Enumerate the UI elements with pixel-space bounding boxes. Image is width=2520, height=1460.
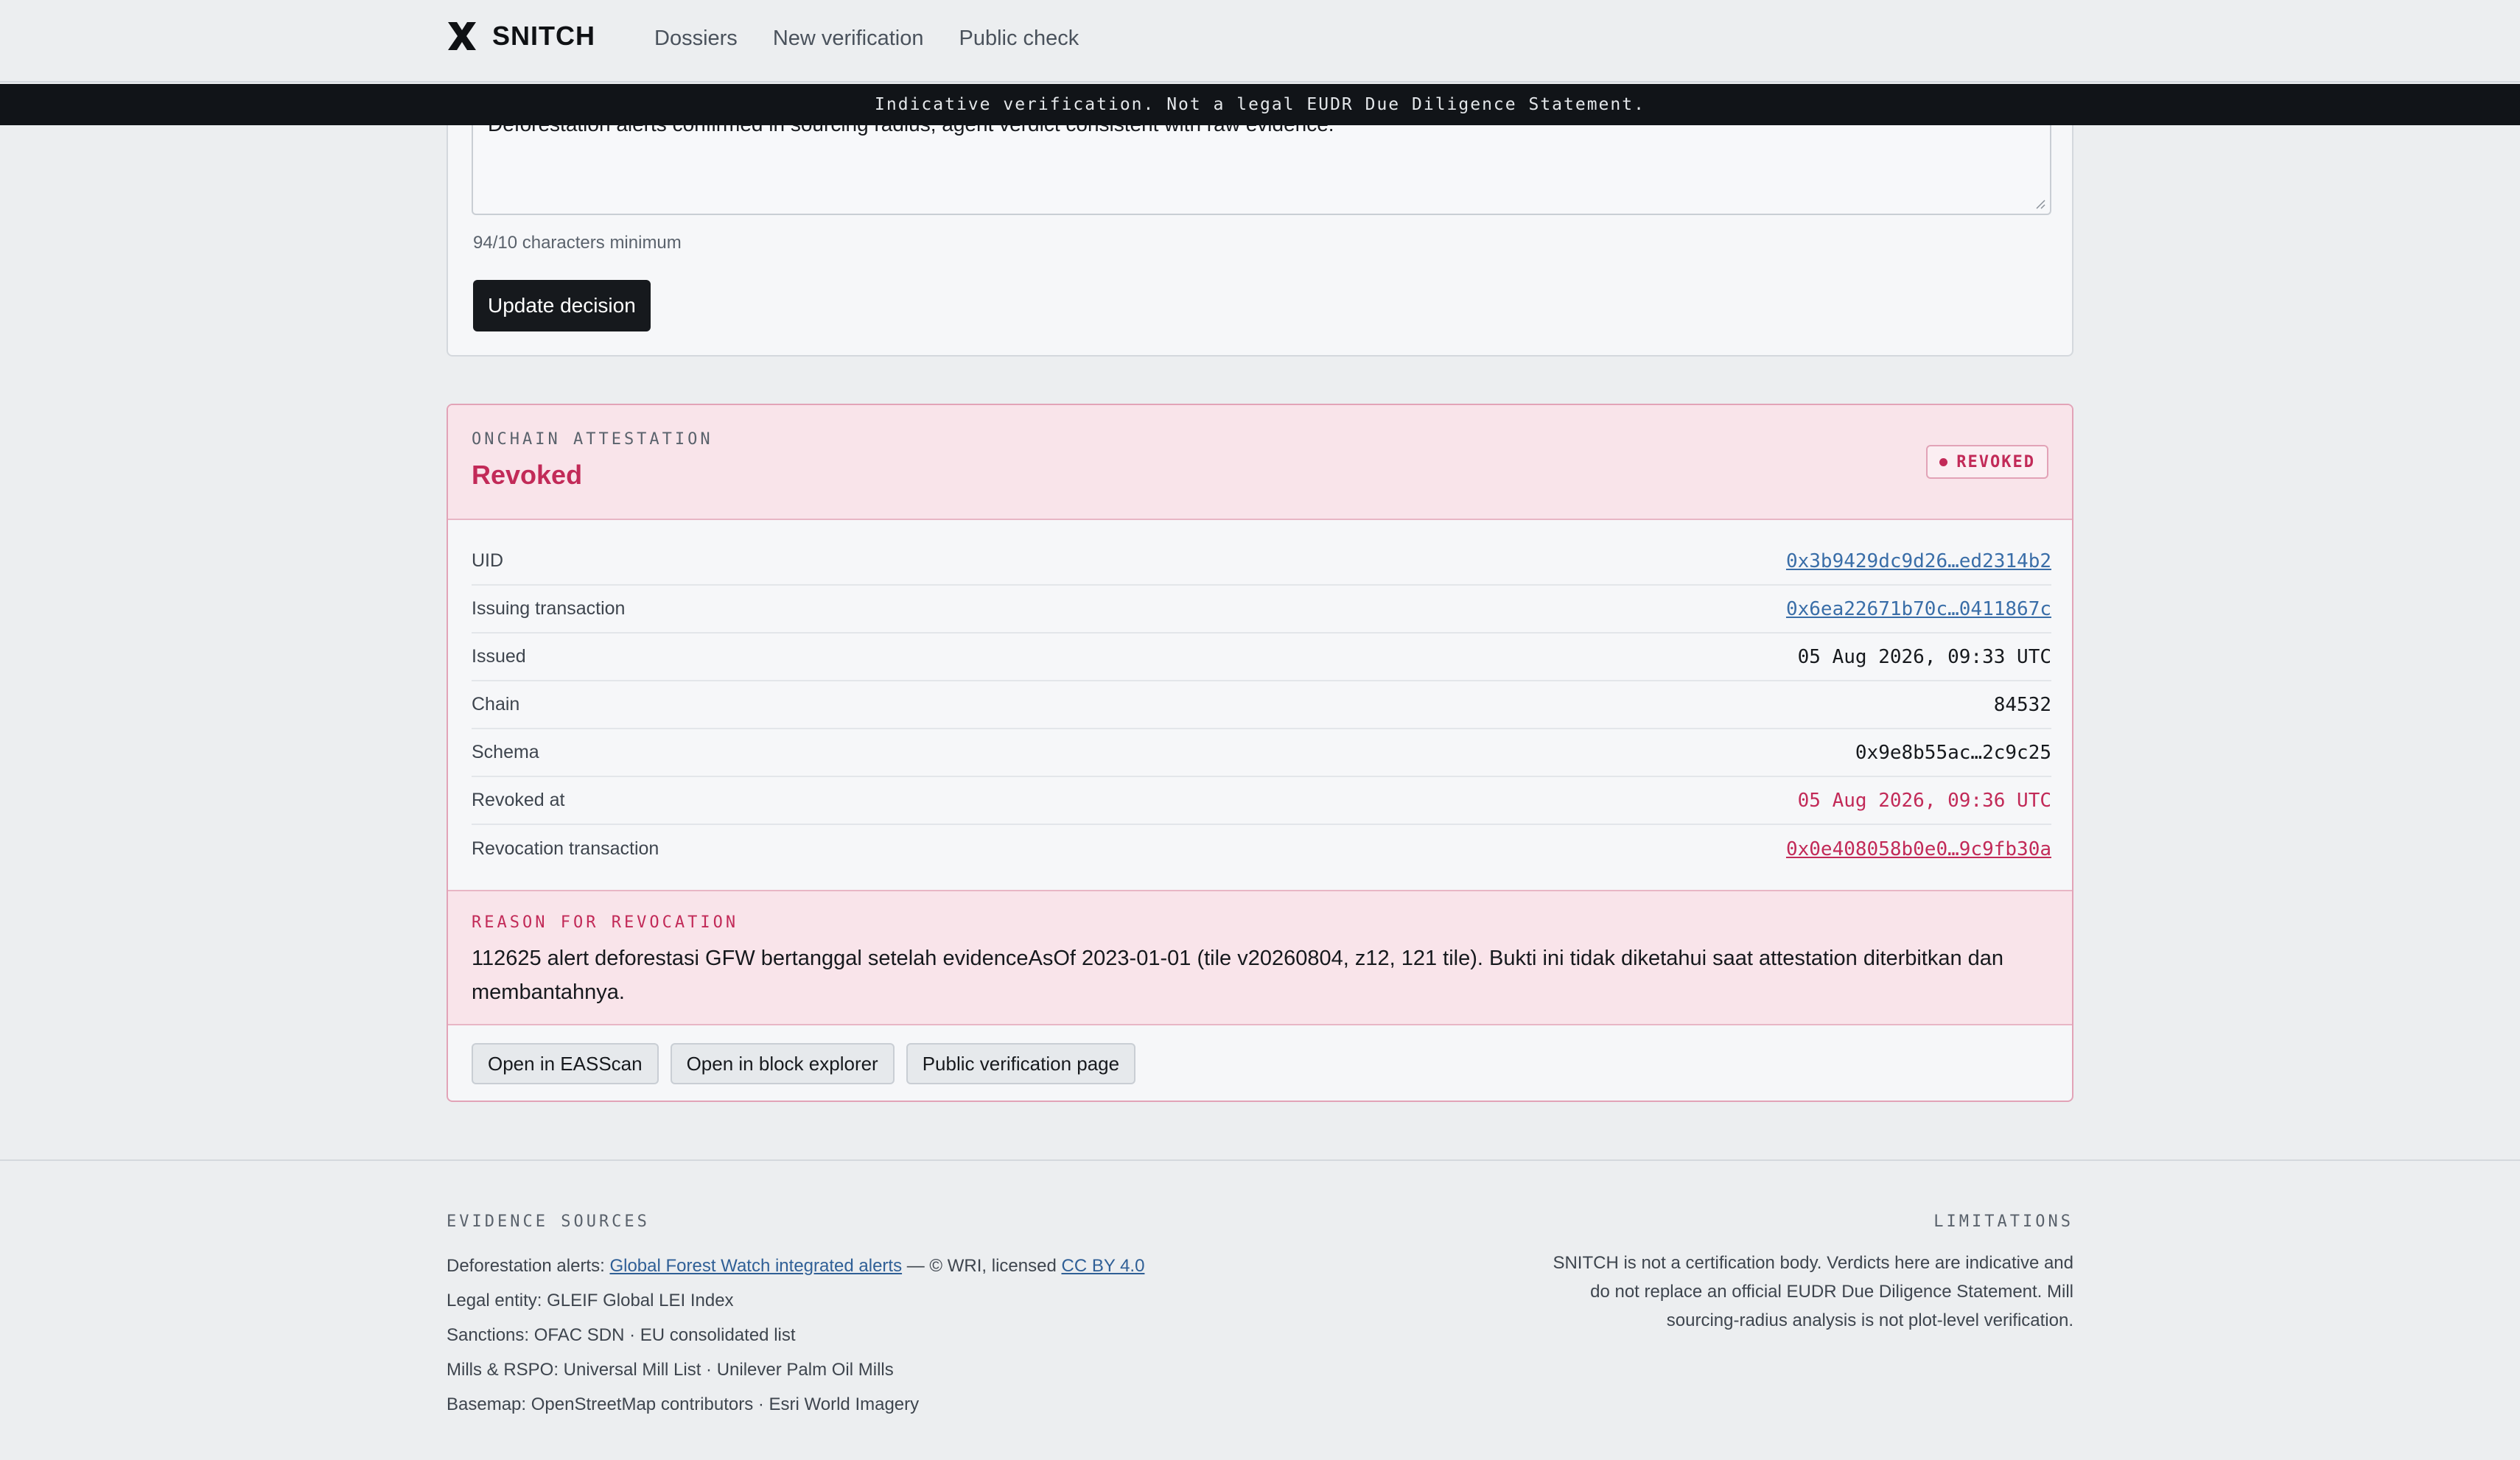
detail-row-uid: UID 0x3b9429dc9d26…ed2314b2 [472,538,2051,586]
character-count: 94/10 characters minimum [473,233,682,253]
detail-row-issued: Issued 05 Aug 2026, 09:33 UTC [472,634,2051,681]
attestation-eyebrow: ONCHAIN ATTESTATION [472,430,713,449]
nav-link-dossiers[interactable]: Dossiers [654,27,738,51]
attestation-header: ONCHAIN ATTESTATION Revoked REVOKED [448,405,2072,520]
schema-value: 0x9e8b55ac…2c9c25 [1855,741,2051,764]
update-decision-button[interactable]: Update decision [473,280,651,331]
decision-notes-value: Deforestation alerts confirmed in sourci… [488,125,2035,137]
page-footer: EVIDENCE SOURCES Deforestation alerts: G… [0,1159,2520,1460]
status-badge-label: REVOKED [1956,452,2035,471]
detail-row-revoked-at: Revoked at 05 Aug 2026, 09:36 UTC [472,777,2051,825]
source-deforestation: Deforestation alerts: Global Forest Watc… [447,1249,1144,1283]
uid-link[interactable]: 0x3b9429dc9d26…ed2314b2 [1786,550,2051,572]
deforestation-license-text: — © WRI, licensed [906,1256,1057,1276]
revoked-at-value: 05 Aug 2026, 09:36 UTC [1797,789,2051,812]
open-easscan-button[interactable]: Open in EASScan [472,1043,659,1084]
public-verification-page-button[interactable]: Public verification page [906,1043,1136,1084]
reason-text: 112625 alert deforestasi GFW bertanggal … [472,947,2004,1004]
detail-label: Revoked at [472,790,565,810]
issuing-transaction-link[interactable]: 0x6ea22671b70c…0411867c [1786,598,2051,620]
gfw-alerts-link[interactable]: Global Forest Watch integrated alerts [609,1256,902,1276]
detail-label: UID [472,550,504,571]
limitations-text: SNITCH is not a certification body. Verd… [1553,1253,2073,1330]
decision-card: Deforestation alerts confirmed in sourci… [447,125,2073,357]
revocation-transaction-link[interactable]: 0x0e408058b0e0…9c9fb30a [1786,838,2051,860]
chain-value: 84532 [1993,693,2051,716]
status-badge: REVOKED [1926,445,2048,479]
brand-logo[interactable]: SNITCH [447,21,595,52]
limitations: LIMITATIONS SNITCH is not a certificatio… [1543,1212,2073,1335]
attestation-details: UID 0x3b9429dc9d26…ed2314b2 Issuing tran… [472,538,2051,873]
nav-link-public-check[interactable]: Public check [959,27,1079,51]
top-navigation: SNITCH Dossiers New verification Public … [0,0,2520,83]
brand-name: SNITCH [492,21,595,51]
revocation-reason: REASON FOR REVOCATION 112625 alert defor… [448,890,2072,1025]
detail-label: Schema [472,742,539,762]
attestation-status-title: Revoked [472,460,583,490]
attestation-actions: Open in EASScan Open in block explorer P… [472,1043,1136,1084]
nav-link-new-verification[interactable]: New verification [773,27,924,51]
detail-row-chain: Chain 84532 [472,681,2051,729]
detail-row-schema: Schema 0x9e8b55ac…2c9c25 [472,729,2051,777]
source-basemap: Basemap: OpenStreetMap contributors · Es… [447,1394,920,1414]
resize-grip-icon[interactable] [2034,197,2045,209]
reason-eyebrow: REASON FOR REVOCATION [472,913,739,932]
cc-by-license-link[interactable]: CC BY 4.0 [1061,1256,1144,1276]
status-dot-icon [1939,457,1948,466]
disclaimer-banner: Indicative verification. Not a legal EUD… [0,84,2520,125]
source-sanctions: Sanctions: OFAC SDN · EU consolidated li… [447,1325,796,1345]
source-legal-entity: Legal entity: GLEIF Global LEI Index [447,1291,734,1310]
source-mills: Mills & RSPO: Universal Mill List · Unil… [447,1360,894,1380]
open-block-explorer-button[interactable]: Open in block explorer [670,1043,895,1084]
detail-label: Issued [472,646,526,667]
sources-eyebrow: EVIDENCE SOURCES [447,1212,650,1231]
attestation-card: ONCHAIN ATTESTATION Revoked REVOKED UID … [447,404,2073,1102]
detail-label: Chain [472,694,520,715]
limitations-eyebrow: LIMITATIONS [1933,1212,2073,1231]
detail-row-revocation-transaction: Revocation transaction 0x0e408058b0e0…9c… [472,825,2051,873]
detail-label: Revocation transaction [472,838,659,859]
evidence-sources: EVIDENCE SOURCES Deforestation alerts: G… [447,1212,1144,1422]
deforestation-prefix: Deforestation alerts: [447,1256,605,1276]
main-nav: Dossiers New verification Public check [654,27,1079,51]
detail-row-issuing-transaction: Issuing transaction 0x6ea22671b70c…04118… [472,586,2051,634]
snitch-logo-icon [448,22,476,50]
detail-label: Issuing transaction [472,598,626,619]
decision-notes-textarea[interactable]: Deforestation alerts confirmed in sourci… [472,125,2051,215]
issued-value: 05 Aug 2026, 09:33 UTC [1797,645,2051,668]
